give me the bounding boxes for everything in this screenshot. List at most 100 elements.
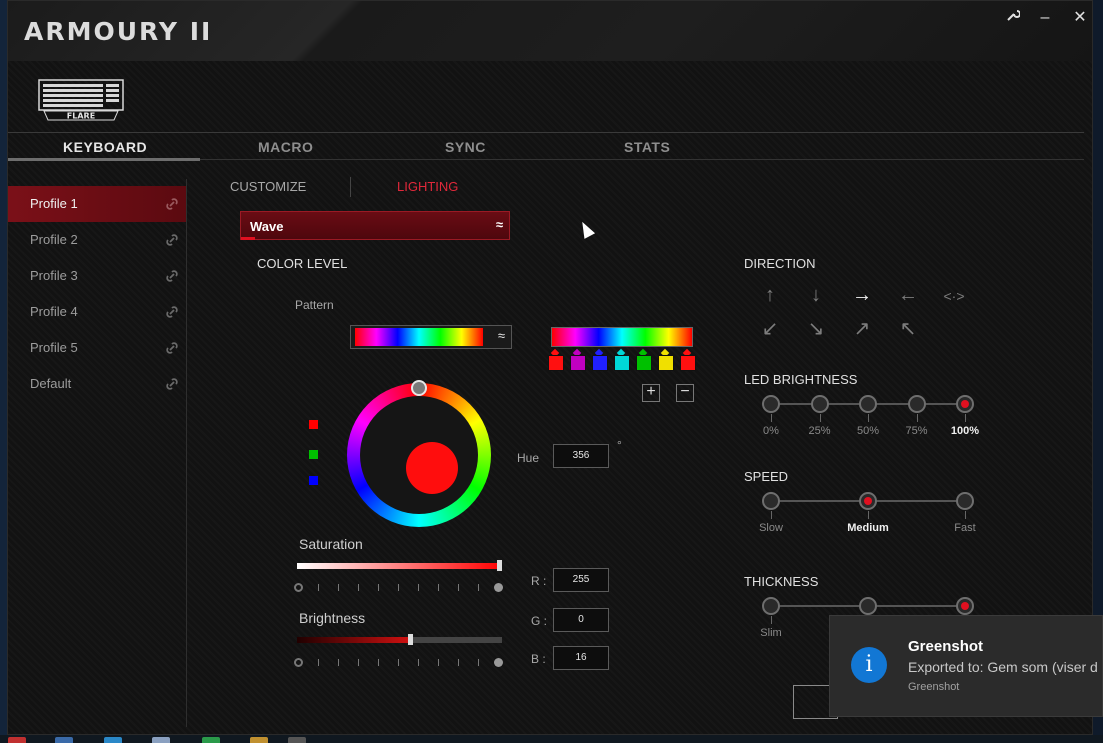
device-name: FLARE: [67, 112, 95, 121]
link-icon[interactable]: [164, 340, 180, 356]
link-icon[interactable]: [164, 232, 180, 248]
arrow-down-icon[interactable]: ↓: [803, 284, 829, 307]
dropdown-accent: [241, 237, 255, 240]
link-icon[interactable]: [164, 196, 180, 212]
color-swatch[interactable]: [614, 355, 630, 371]
link-icon[interactable]: [164, 376, 180, 392]
wrench-icon[interactable]: [1001, 7, 1025, 29]
tab-keyboard[interactable]: KEYBOARD: [63, 139, 147, 155]
subtab-lighting[interactable]: LIGHTING: [397, 179, 458, 194]
taskbar-app-icon[interactable]: [250, 737, 268, 743]
color-swatch[interactable]: [636, 355, 652, 371]
color-swatch[interactable]: [680, 355, 696, 371]
color-swatch[interactable]: [658, 355, 674, 371]
arrow-down-left-icon[interactable]: ↙: [757, 316, 783, 341]
slider-min-dot: [294, 658, 303, 667]
saturation-slider[interactable]: [297, 563, 502, 569]
slider-tick: [378, 659, 379, 666]
color-swatch[interactable]: [592, 355, 608, 371]
slider-stop[interactable]: [859, 492, 877, 510]
slider-stop[interactable]: [762, 597, 780, 615]
brightness-slider[interactable]: [297, 637, 502, 643]
remove-color-button[interactable]: −: [676, 384, 694, 402]
slider-stop[interactable]: [859, 395, 877, 413]
arrow-up-icon[interactable]: ↑: [757, 284, 783, 307]
color-swatch[interactable]: [548, 355, 564, 371]
slider-stop-tick: [868, 511, 869, 519]
profile-item-default[interactable]: Default: [8, 366, 186, 402]
taskbar-app-icon[interactable]: [202, 737, 220, 743]
slider-stop[interactable]: [956, 492, 974, 510]
b-input[interactable]: 16: [553, 646, 609, 670]
color-gradient-preview: [551, 327, 693, 347]
slider-stop[interactable]: [762, 395, 780, 413]
subtab-customize[interactable]: CUSTOMIZE: [230, 179, 306, 194]
taskbar-app-icon[interactable]: [8, 737, 26, 743]
close-button[interactable]: ✕: [1068, 7, 1092, 29]
arrow-left-icon[interactable]: ←: [895, 284, 921, 307]
profile-item-2[interactable]: Profile 2: [8, 222, 186, 258]
r-label: R :: [531, 574, 547, 588]
taskbar-app-icon[interactable]: [152, 737, 170, 743]
profile-item-4[interactable]: Profile 4: [8, 294, 186, 330]
minimize-button[interactable]: –: [1033, 7, 1057, 29]
effect-dropdown[interactable]: Wave ≈: [240, 211, 510, 240]
app-title: ARMOURY II: [24, 17, 213, 46]
arrow-in-out-icon[interactable]: <·>: [941, 288, 967, 304]
profile-item-1[interactable]: Profile 1: [8, 186, 186, 222]
brightness-label: Brightness: [299, 610, 366, 626]
color-wheel-handle[interactable]: [411, 380, 427, 396]
slider-stop-tick: [916, 414, 918, 422]
link-icon[interactable]: [164, 268, 180, 284]
mouse-cursor: [576, 219, 596, 239]
r-input[interactable]: 255: [553, 568, 609, 592]
brightness-handle[interactable]: [407, 634, 413, 645]
keyboard-device-icon[interactable]: FLARE: [38, 79, 124, 121]
slider-stop[interactable]: [956, 597, 974, 615]
hue-input[interactable]: 356: [553, 444, 609, 468]
profile-label: Default: [30, 376, 72, 391]
arrow-down-right-icon[interactable]: ↘: [803, 316, 829, 341]
color-wheel[interactable]: [347, 383, 491, 527]
slider-stop-tick: [771, 511, 772, 519]
title-bar[interactable]: ARMOURY II – ✕: [8, 1, 1092, 61]
thickness-title: THICKNESS: [744, 574, 819, 589]
pattern-dropdown[interactable]: ≈: [350, 325, 512, 349]
link-icon[interactable]: [164, 304, 180, 320]
notification-title: Greenshot: [908, 638, 984, 655]
taskbar-app-icon[interactable]: [55, 737, 73, 743]
color-swatch[interactable]: [570, 355, 586, 371]
notification-source: Greenshot: [908, 681, 960, 693]
arrow-up-left-icon[interactable]: ↖: [895, 316, 921, 341]
slider-tick: [358, 659, 359, 666]
slider-stop[interactable]: [956, 395, 974, 413]
profile-item-5[interactable]: Profile 5: [8, 330, 186, 366]
taskbar-app-icon[interactable]: [104, 737, 122, 743]
slider-stop-tick: [771, 616, 772, 624]
add-color-button[interactable]: +: [642, 384, 660, 402]
slider-max-dot: [494, 583, 503, 592]
profile-item-3[interactable]: Profile 3: [8, 258, 186, 294]
slider-stop[interactable]: [810, 395, 829, 413]
chevron-down-icon: ≈: [495, 217, 503, 232]
slider-stop[interactable]: [859, 597, 877, 615]
g-input[interactable]: 0: [553, 608, 609, 632]
effect-selected: Wave: [250, 219, 284, 234]
slider-tick: [438, 584, 439, 591]
tab-divider: [200, 159, 1084, 160]
arrow-up-right-icon[interactable]: ↗: [849, 316, 875, 341]
blue-indicator: [309, 476, 318, 485]
arrow-right-icon[interactable]: →: [849, 284, 875, 307]
profile-label: Profile 5: [30, 340, 78, 355]
taskbar-app-icon[interactable]: [288, 737, 306, 743]
brightness-ticks: [294, 658, 504, 668]
slider-stop[interactable]: [762, 492, 780, 510]
notification-toast[interactable]: i Greenshot Exported to: Gem som (viser …: [829, 615, 1103, 717]
slider-stop[interactable]: [907, 395, 926, 413]
tab-sync[interactable]: SYNC: [445, 139, 486, 155]
tab-macro[interactable]: MACRO: [258, 139, 313, 155]
slider-tick: [398, 659, 399, 666]
saturation-handle[interactable]: [497, 560, 502, 571]
tab-stats[interactable]: STATS: [624, 139, 670, 155]
notification-body: Exported to: Gem som (viser d: [908, 659, 1098, 675]
